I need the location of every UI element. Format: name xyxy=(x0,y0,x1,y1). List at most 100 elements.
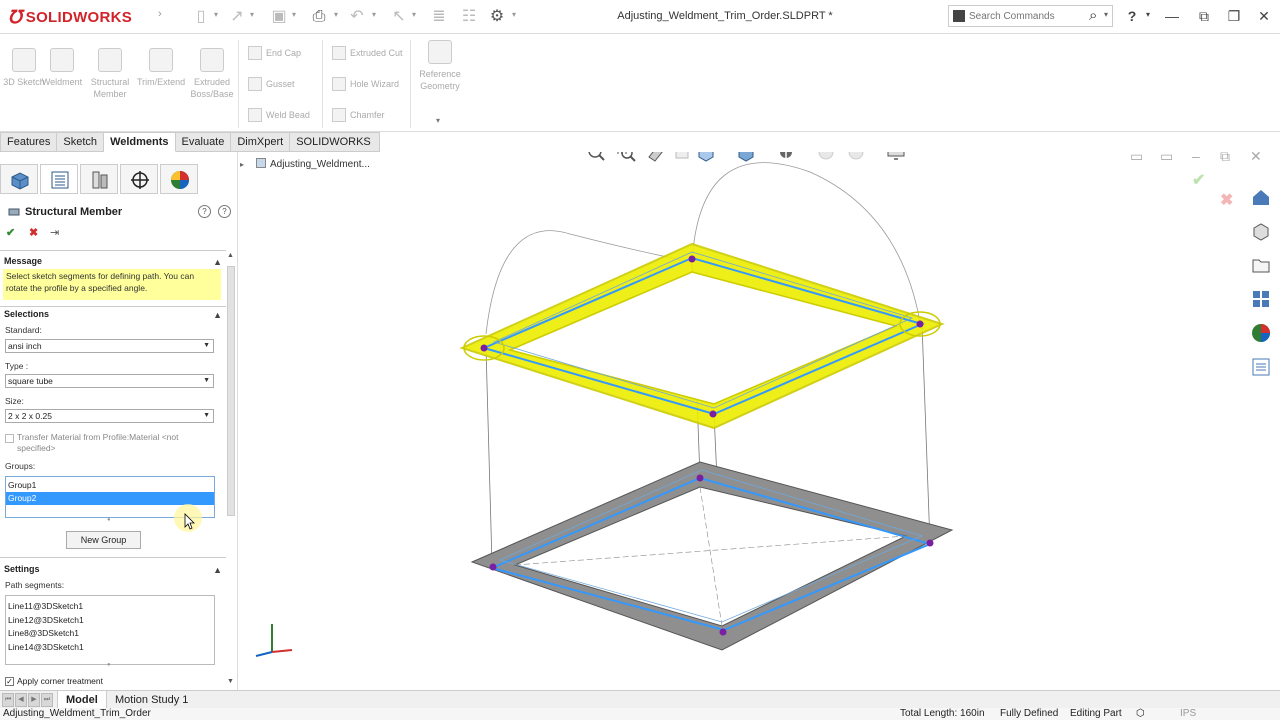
help-icon[interactable]: ? xyxy=(198,205,211,218)
top-frame[interactable] xyxy=(459,242,945,430)
gusset-label: Gusset xyxy=(266,79,295,89)
first-tab-icon[interactable]: ⏮ xyxy=(2,693,14,707)
selections-section-header[interactable]: Selections ▲ xyxy=(4,309,222,325)
list-item[interactable]: Line12@3DSketch1 xyxy=(6,614,214,628)
graphics-area[interactable]: ▸ Adjusting_Weldment... ▭ ▭ – ⧉ ✕ ✔ ✖ xyxy=(240,152,1280,690)
ds-logo-icon: ℧ xyxy=(8,6,22,27)
tab-motion-study[interactable]: Motion Study 1 xyxy=(107,691,196,709)
weldment-button[interactable]: Weldment xyxy=(38,48,86,88)
undo-caret-icon[interactable]: ▾ xyxy=(372,10,376,19)
save-caret-icon[interactable]: ▾ xyxy=(292,10,296,19)
structural-member-button[interactable]: Structural Member xyxy=(86,48,134,100)
help-detail-icon[interactable]: ? xyxy=(218,205,231,218)
help-caret-icon[interactable]: ▾ xyxy=(1146,10,1150,19)
close-icon[interactable]: ✕ xyxy=(1252,4,1276,28)
print-caret-icon[interactable]: ▾ xyxy=(334,10,338,19)
bottom-frame[interactable] xyxy=(470,461,954,651)
panel-scrollbar[interactable]: ▲ ▼ xyxy=(226,252,236,690)
list-item[interactable]: Line11@3DSketch1 xyxy=(6,600,214,614)
cancel-x-icon[interactable]: ✖ xyxy=(29,226,38,239)
open-caret-icon[interactable]: ▾ xyxy=(250,10,254,19)
list-item[interactable]: Line14@3DSketch1 xyxy=(6,641,214,655)
tab-feature-manager[interactable] xyxy=(0,164,38,194)
hole-wizard-button[interactable]: Hole Wizard xyxy=(332,74,399,94)
settings-section-header[interactable]: Settings ▲ xyxy=(4,564,222,580)
print-icon[interactable]: ⎙ xyxy=(308,6,330,28)
restore-panes-icon[interactable]: ⧉ xyxy=(1192,4,1216,28)
panel-tab-strip xyxy=(0,164,238,194)
end-cap-button[interactable]: End Cap xyxy=(248,43,301,63)
trim-extend-button[interactable]: Trim/Extend xyxy=(137,48,185,88)
select-caret-icon[interactable]: ▾ xyxy=(412,10,416,19)
sketch-line xyxy=(921,323,931,545)
tab-sketch[interactable]: Sketch xyxy=(57,132,105,152)
open-icon[interactable]: ↗ xyxy=(226,6,248,28)
weld-bead-button[interactable]: Weld Bead xyxy=(248,105,310,125)
list-item[interactable]: Line8@3DSketch1 xyxy=(6,627,214,641)
chevron-up-icon[interactable]: ▲ xyxy=(213,310,222,320)
minimize-icon[interactable]: — xyxy=(1160,4,1184,28)
tab-evaluate[interactable]: Evaluate xyxy=(175,132,232,152)
rebuild-status-icon[interactable]: ⬡ xyxy=(1136,708,1145,720)
scrollbar-thumb[interactable] xyxy=(227,266,235,516)
tab-configuration-manager[interactable] xyxy=(80,164,118,194)
pushpin-icon[interactable]: ⇥ xyxy=(50,226,59,239)
rebuild-icon[interactable]: ≣ xyxy=(428,6,450,28)
size-dropdown[interactable]: 2 x 2 x 0.25 ▼ xyxy=(5,409,214,423)
solidworks-logo[interactable]: ℧ SOLIDWORKS xyxy=(8,6,132,28)
select-icon[interactable]: ↖ xyxy=(388,6,410,28)
new-document-caret-icon[interactable]: ▾ xyxy=(214,10,218,19)
corner-treatment-checkbox[interactable]: ✓ xyxy=(5,677,14,686)
menu-expand-icon[interactable]: › xyxy=(158,8,162,20)
list-item[interactable]: Group1 xyxy=(6,479,214,492)
scroll-up-icon[interactable]: ▲ xyxy=(227,252,234,259)
chevron-up-icon[interactable]: ▲ xyxy=(213,565,222,575)
transfer-material-checkbox-row[interactable]: Transfer Material from Profile:Material … xyxy=(5,432,220,454)
search-type-icon[interactable] xyxy=(953,10,965,22)
tab-display-manager[interactable] xyxy=(160,164,198,194)
scroll-down-icon[interactable]: ▼ xyxy=(227,678,234,685)
new-group-button[interactable]: New Group xyxy=(66,531,141,549)
ok-check-icon[interactable]: ✔ xyxy=(6,226,15,239)
standard-dropdown[interactable]: ansi inch ▼ xyxy=(5,339,214,353)
search-caret-icon[interactable]: ▾ xyxy=(1104,10,1108,19)
extruded-boss-icon xyxy=(200,48,224,72)
weldment-3d-model[interactable] xyxy=(240,152,1280,690)
path-segments-list[interactable]: Line11@3DSketch1 Line12@3DSketch1 Line8@… xyxy=(5,595,215,665)
help-icon[interactable]: ? xyxy=(1120,4,1144,28)
tab-weldments[interactable]: Weldments xyxy=(104,132,176,152)
extruded-cut-button[interactable]: Extruded Cut xyxy=(332,43,403,63)
reference-geometry-label: Reference Geometry xyxy=(419,69,461,91)
resize-grip-icon[interactable]: ● xyxy=(107,517,111,523)
file-properties-icon[interactable]: ☷ xyxy=(458,6,480,28)
last-tab-icon[interactable]: ⏭ xyxy=(41,693,53,707)
tab-solidworks-addins[interactable]: SOLIDWORKS Add-Ins xyxy=(290,132,380,167)
tab-features[interactable]: Features xyxy=(0,132,58,152)
new-document-icon[interactable]: ▯ xyxy=(190,6,212,28)
next-tab-icon[interactable]: ▶ xyxy=(28,693,40,707)
tab-property-manager[interactable] xyxy=(40,164,78,194)
options-gear-icon[interactable]: ⚙ xyxy=(486,6,508,28)
maximize-icon[interactable]: ❐ xyxy=(1222,4,1246,28)
reference-geometry-button[interactable]: Reference Geometry xyxy=(414,40,466,92)
search-input[interactable] xyxy=(969,8,1087,24)
options-caret-icon[interactable]: ▾ xyxy=(512,10,516,19)
tab-dimxpert[interactable]: DimXpert xyxy=(231,132,291,152)
previous-tab-icon[interactable]: ◀ xyxy=(15,693,27,707)
reference-geometry-caret-icon[interactable]: ▾ xyxy=(436,116,440,125)
transfer-material-checkbox[interactable] xyxy=(5,434,14,443)
tab-dimxpert-manager[interactable] xyxy=(120,164,158,194)
structural-member-icon xyxy=(8,208,20,216)
search-icon[interactable]: ⌕ xyxy=(1089,7,1097,24)
save-icon[interactable]: ▣ xyxy=(268,6,290,28)
tab-model[interactable]: Model xyxy=(57,691,107,709)
chamfer-button[interactable]: Chamfer xyxy=(332,105,385,125)
extruded-boss-button[interactable]: Extruded Boss/Base xyxy=(188,48,236,100)
type-dropdown[interactable]: square tube ▼ xyxy=(5,374,214,388)
search-commands-box[interactable]: ⌕ ▾ xyxy=(948,5,1113,27)
gusset-button[interactable]: Gusset xyxy=(248,74,295,94)
undo-icon[interactable]: ↶ xyxy=(346,6,368,28)
resize-grip-icon[interactable]: ● xyxy=(107,662,111,668)
chevron-up-icon[interactable]: ▲ xyxy=(213,257,222,267)
status-units[interactable]: IPS xyxy=(1180,708,1196,720)
